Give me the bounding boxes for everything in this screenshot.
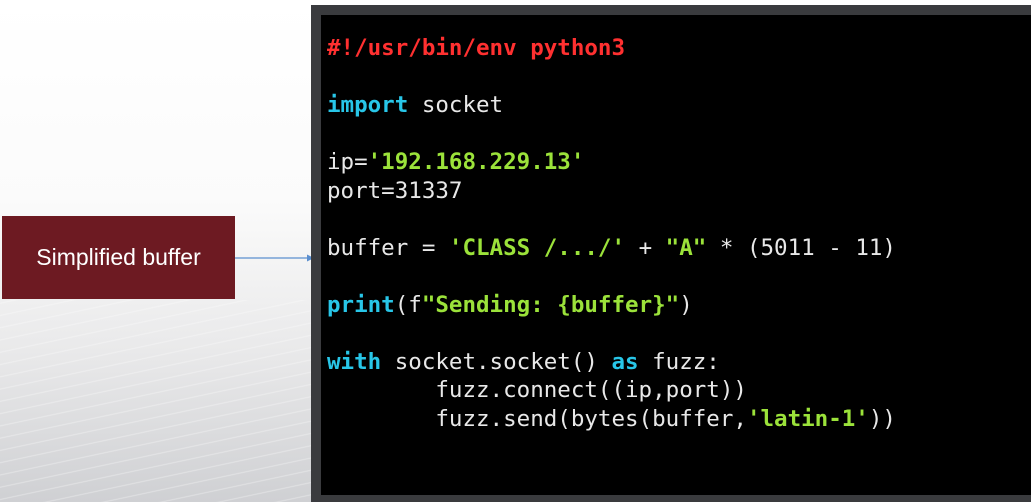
with-socket-call: socket.socket()	[381, 348, 612, 375]
import-keyword: import	[327, 92, 409, 118]
ip-string: '192.168.229.13'	[367, 149, 585, 175]
ip-assign: ip=	[327, 149, 368, 175]
print-keyword: print	[327, 291, 395, 318]
shebang-line: #!/usr/bin/env python3	[327, 35, 626, 61]
label-text: Simplified buffer	[36, 244, 201, 270]
buffer-assign: buffer =	[327, 234, 449, 261]
print-close: )	[679, 291, 693, 318]
with-target: fuzz:	[638, 348, 720, 375]
print-fstring: "Sending: {buffer}"	[421, 291, 680, 318]
buffer-string-class: 'CLASS /.../'	[448, 234, 626, 261]
terminal-code-window: #!/usr/bin/env python3 import socket ip=…	[321, 15, 1031, 495]
connect-line: fuzz.connect((ip,port))	[327, 377, 747, 403]
background-pattern	[0, 300, 330, 502]
python-code-block: #!/usr/bin/env python3 import socket ip=…	[321, 15, 1031, 433]
as-keyword: as	[611, 348, 639, 375]
send-end: ))	[868, 405, 896, 432]
buffer-plus: +	[625, 234, 666, 261]
arrow-icon	[235, 254, 314, 262]
print-open: (f	[394, 291, 422, 318]
simplified-buffer-label: Simplified buffer	[2, 216, 235, 299]
port-line: port=31337	[327, 177, 463, 204]
code-screenshot-frame: #!/usr/bin/env python3 import socket ip=…	[311, 5, 1031, 502]
send-encoding-string: 'latin-1'	[746, 405, 869, 432]
buffer-string-a: "A"	[665, 234, 707, 261]
import-module: socket	[408, 92, 504, 118]
send-prefix: fuzz.send(bytes(buffer,	[327, 405, 747, 432]
buffer-multiplier: * (5011 - 11)	[706, 234, 896, 261]
with-keyword: with	[327, 348, 382, 375]
